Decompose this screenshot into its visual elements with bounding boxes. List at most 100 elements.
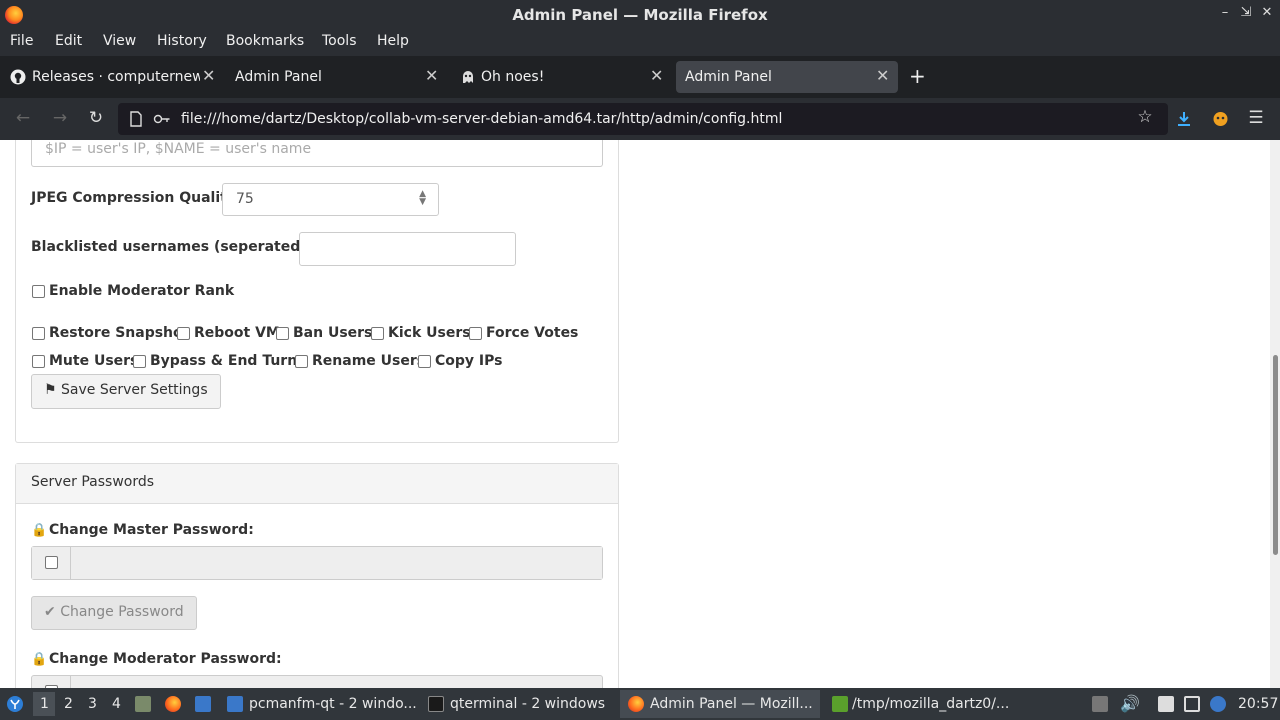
taskbar-firefox[interactable]: Admin Panel — Mozill... — [650, 696, 813, 712]
workspace-4[interactable]: 4 — [112, 696, 121, 712]
perm-kick-users-checkbox[interactable] — [371, 327, 384, 340]
master-password-group — [31, 546, 603, 580]
tab-releases[interactable]: Releases · computernewb ✕ — [0, 61, 222, 93]
name-format-input[interactable]: $IP = user's IP, $NAME = user's name — [31, 140, 603, 167]
url-text: file:///home/dartz/Desktop/collab-vm-ser… — [181, 111, 783, 127]
firefox-launcher-icon[interactable] — [165, 696, 181, 712]
check-icon: ✔ — [44, 604, 56, 620]
tab-close-icon[interactable]: ✕ — [650, 66, 663, 85]
clipboard-icon[interactable] — [1158, 696, 1174, 712]
archive-icon — [832, 696, 848, 712]
menu-view[interactable]: View — [103, 33, 136, 49]
workspace-2[interactable]: 2 — [64, 696, 73, 712]
volume-icon[interactable]: 🔊 — [1120, 694, 1140, 713]
server-passwords-panel: Server Passwords 🔒 Change Master Passwor… — [15, 463, 619, 688]
maximize-icon[interactable]: ⇲ — [1237, 5, 1255, 20]
key-icon[interactable] — [153, 112, 171, 126]
menu-edit[interactable]: Edit — [55, 33, 82, 49]
menu-bar: File Edit View History Bookmarks Tools H… — [0, 30, 1280, 56]
page-scrollbar[interactable] — [1270, 140, 1280, 688]
perm-force-votes-checkbox[interactable] — [469, 327, 482, 340]
taskbar-pcmanfm[interactable]: pcmanfm-qt - 2 windo... — [249, 696, 417, 712]
jpeg-quality-value: 75 — [236, 191, 254, 207]
tab-oh-noes[interactable]: Oh noes! ✕ — [450, 61, 672, 93]
perm-reboot-vm-checkbox[interactable] — [177, 327, 190, 340]
workspace-3[interactable]: 3 — [88, 696, 97, 712]
perm-ban-users-label: Ban Users — [293, 325, 373, 341]
perm-copy-ips-checkbox[interactable] — [418, 355, 431, 368]
menu-tools[interactable]: Tools — [322, 33, 357, 49]
tray-updates-icon[interactable] — [1092, 696, 1108, 712]
master-password-enable-checkbox[interactable] — [45, 556, 58, 569]
moderator-password-group — [31, 675, 603, 688]
extension-icon[interactable] — [1212, 110, 1229, 127]
moderator-checkbox[interactable] — [32, 285, 45, 298]
forward-icon[interactable]: → — [49, 108, 71, 128]
menu-bookmarks[interactable]: Bookmarks — [226, 33, 304, 49]
perm-restore-snapshot-checkbox[interactable] — [32, 327, 45, 340]
perm-bypass-turns-checkbox[interactable] — [133, 355, 146, 368]
menu-history[interactable]: History — [157, 33, 207, 49]
download-icon[interactable] — [1175, 110, 1193, 128]
moderator-password-addon — [32, 676, 71, 688]
tab-admin-panel[interactable]: Admin Panel ✕ — [225, 61, 447, 93]
perm-restore-snapshot-label: Restore Snapshot — [49, 325, 190, 341]
github-icon — [10, 69, 26, 85]
show-desktop-icon[interactable] — [135, 696, 151, 712]
jpeg-quality-input[interactable]: 75 ▲ ▼ — [222, 183, 439, 216]
nav-bar: ← → ↻ file:///home/dartz/Desktop/collab-… — [0, 98, 1280, 140]
taskbar-tmp-folder[interactable]: /tmp/mozilla_dartz0/... — [852, 696, 1009, 712]
change-password-label: Change Password — [60, 604, 184, 620]
save-server-settings-button[interactable]: ⚑ Save Server Settings — [31, 374, 221, 409]
menu-file[interactable]: File — [10, 33, 33, 49]
reload-icon[interactable]: ↻ — [85, 108, 107, 128]
close-icon[interactable]: ✕ — [1258, 5, 1276, 20]
url-bar[interactable]: file:///home/dartz/Desktop/collab-vm-ser… — [118, 103, 1168, 135]
tab-close-icon[interactable]: ✕ — [425, 66, 438, 85]
ghost-icon — [463, 71, 473, 83]
tab-admin-panel-active[interactable]: Admin Panel ✕ — [676, 61, 898, 93]
clock: 20:57 — [1238, 696, 1279, 712]
workspace-1[interactable]: 1 — [40, 696, 49, 712]
taskbar: 1 2 3 4 pcmanfm-qt - 2 windo... qtermina… — [0, 688, 1280, 720]
new-tab-icon[interactable]: + — [909, 64, 926, 88]
perm-copy-ips-label: Copy IPs — [435, 353, 503, 369]
menu-help[interactable]: Help — [377, 33, 409, 49]
scrollbar-thumb[interactable] — [1273, 355, 1278, 555]
spinner-icon[interactable]: ▲ ▼ — [419, 190, 426, 207]
display-icon[interactable] — [1184, 696, 1200, 712]
blacklist-input[interactable] — [299, 232, 516, 266]
master-password-input[interactable] — [71, 547, 602, 579]
tab-close-icon[interactable]: ✕ — [202, 66, 215, 85]
hamburger-menu-icon[interactable]: ☰ — [1245, 108, 1267, 128]
lock-icon: 🔒 — [31, 523, 48, 538]
perm-mute-users-label: Mute Users — [49, 353, 139, 369]
moderator-password-label: Change Moderator Password: — [49, 651, 282, 667]
start-menu-icon[interactable] — [6, 695, 24, 713]
back-icon[interactable]: ← — [12, 108, 34, 128]
perm-reboot-vm-label: Reboot VM — [194, 325, 280, 341]
tab-close-icon[interactable]: ✕ — [876, 66, 889, 85]
minimize-icon[interactable]: – — [1216, 5, 1234, 20]
info-icon[interactable] — [1210, 696, 1226, 712]
save-server-settings-label: Save Server Settings — [61, 382, 208, 398]
perm-kick-users-label: Kick Users — [388, 325, 471, 341]
save-icon: ⚑ — [44, 382, 57, 398]
change-password-button[interactable]: ✔ Change Password — [31, 596, 197, 630]
page-icon — [130, 111, 142, 127]
pcmanfm-icon — [227, 696, 243, 712]
taskbar-qterminal[interactable]: qterminal - 2 windows — [450, 696, 605, 712]
bookmark-star-icon[interactable]: ☆ — [1134, 107, 1156, 127]
title-bar: Admin Panel — Mozilla Firefox – ⇲ ✕ — [0, 0, 1280, 30]
jpeg-quality-label: JPEG Compression Quality: — [31, 190, 242, 206]
perm-force-votes-label: Force Votes — [486, 325, 579, 341]
file-manager-launcher-icon[interactable] — [195, 696, 211, 712]
tab-label: Oh noes! — [481, 69, 545, 85]
master-password-label: Change Master Password: — [49, 522, 254, 538]
lock-icon: 🔒 — [31, 652, 48, 667]
perm-ban-users-checkbox[interactable] — [276, 327, 289, 340]
server-settings-panel: $IP = user's IP, $NAME = user's name JPE… — [15, 140, 619, 443]
perm-rename-users-checkbox[interactable] — [295, 355, 308, 368]
page-content: $IP = user's IP, $NAME = user's name JPE… — [0, 140, 1270, 688]
perm-mute-users-checkbox[interactable] — [32, 355, 45, 368]
